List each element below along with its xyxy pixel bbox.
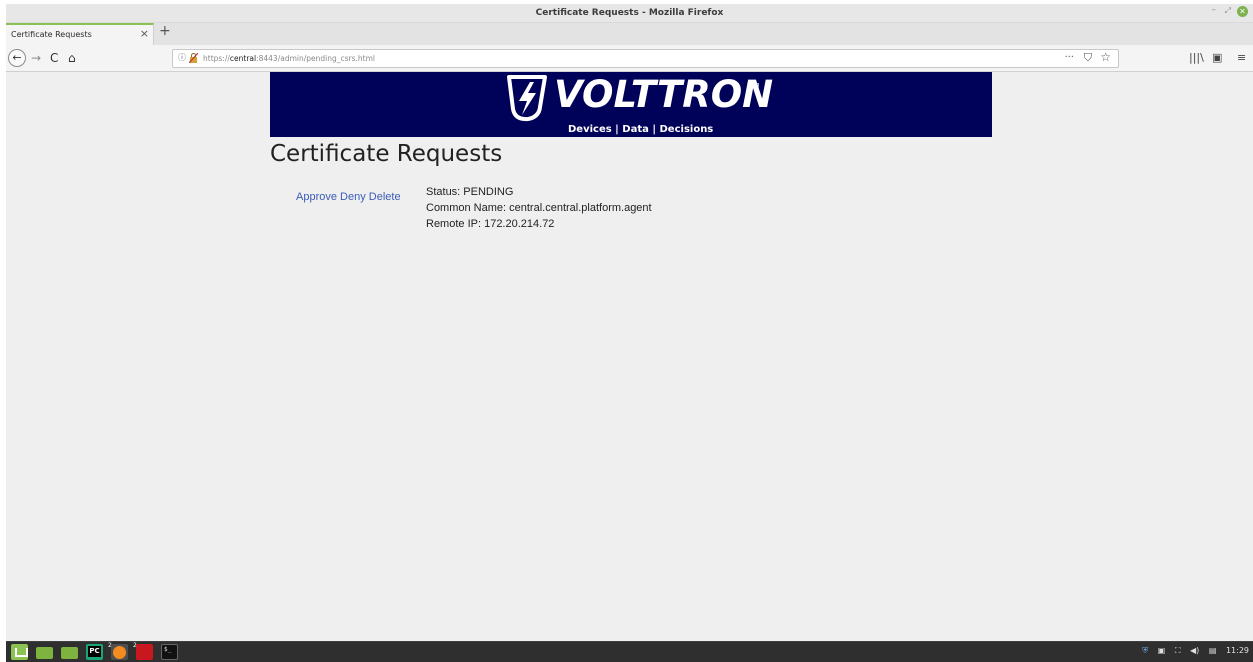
shield-icon[interactable]: ⛨: [1142, 646, 1148, 655]
volume-icon[interactable]: ◀): [1190, 646, 1199, 655]
minimize-icon[interactable]: –: [1212, 5, 1217, 15]
files-icon[interactable]: [36, 647, 53, 659]
back-button[interactable]: ←: [8, 49, 26, 67]
navigation-toolbar: ← → C ⌂ ⓘ https://central:8443/admin/pen…: [6, 45, 1253, 72]
url-text[interactable]: https://central:8443/admin/pending_csrs.…: [203, 54, 375, 63]
url-bar[interactable]: ⓘ https://central:8443/admin/pending_csr…: [172, 49, 1119, 68]
tab-label: Certificate Requests: [11, 30, 92, 39]
folder-icon[interactable]: [61, 647, 78, 659]
app-window-count: 2: [133, 642, 137, 649]
network-icon[interactable]: ⛶: [1175, 646, 1181, 655]
forward-button[interactable]: →: [31, 49, 41, 67]
window-titlebar: Certificate Requests - Mozilla Firefox –…: [6, 4, 1253, 23]
request-details: Status: PENDING Common Name: central.cen…: [426, 184, 652, 232]
window-title: Certificate Requests - Mozilla Firefox: [535, 8, 724, 18]
library-icon[interactable]: |||\: [1189, 51, 1204, 64]
page-content: VOLTTRON TM Devices | Data | Decisions C…: [6, 72, 1253, 641]
page-actions-icon[interactable]: ···: [1064, 52, 1074, 63]
request-status: Status: PENDING: [426, 186, 514, 198]
delete-link[interactable]: Delete: [369, 191, 401, 203]
info-icon[interactable]: ⓘ: [178, 52, 186, 63]
bookmark-star-icon[interactable]: ☆: [1100, 50, 1111, 64]
pycharm-icon[interactable]: [86, 644, 103, 660]
app-icon[interactable]: [136, 644, 153, 660]
tab-bar: Certificate Requests × +: [6, 23, 1253, 45]
pocket-icon[interactable]: ⛉: [1084, 51, 1092, 65]
tagline: Devices | Data | Decisions: [568, 124, 714, 135]
home-button[interactable]: ⌂: [68, 49, 76, 67]
insecure-lock-icon[interactable]: [189, 53, 198, 63]
mint-menu-icon[interactable]: [11, 644, 28, 660]
reload-button[interactable]: C: [50, 49, 58, 67]
system-tray: ⛨ ▣ ⛶ ◀) ▤ 11:29: [1135, 646, 1249, 656]
maximize-icon[interactable]: ⤢: [1225, 6, 1231, 16]
terminal-icon[interactable]: [161, 644, 178, 660]
tab-certificate-requests[interactable]: Certificate Requests ×: [6, 23, 154, 45]
approve-link[interactable]: Approve: [296, 191, 337, 203]
sidebar-icon[interactable]: ▣: [1212, 51, 1222, 64]
clipboard-icon[interactable]: ▤: [1209, 646, 1217, 655]
firefox-icon[interactable]: [111, 644, 128, 660]
page-title: Certificate Requests: [270, 141, 503, 167]
tab-close-icon[interactable]: ×: [140, 27, 149, 40]
deny-link[interactable]: Deny: [340, 191, 366, 203]
trademark: TM: [749, 82, 760, 90]
request-remote-ip: Remote IP: 172.20.214.72: [426, 218, 555, 230]
close-window-icon[interactable]: ✕: [1237, 6, 1248, 17]
new-tab-button[interactable]: +: [159, 23, 171, 39]
request-actions: Approve Deny Delete: [296, 191, 401, 203]
brand-name: VOLTTRON: [554, 73, 774, 116]
firefox-window-count: 2: [108, 642, 112, 649]
volttron-logo-icon: [507, 75, 547, 122]
taskbar: 2 2 ⛨ ▣ ⛶ ◀) ▤ 11:29: [6, 641, 1253, 662]
volttron-banner: VOLTTRON TM Devices | Data | Decisions: [270, 72, 992, 137]
request-common-name: Common Name: central.central.platform.ag…: [426, 202, 652, 214]
clock[interactable]: 11:29: [1226, 646, 1249, 655]
hamburger-menu-icon[interactable]: ≡: [1237, 51, 1246, 64]
updates-icon[interactable]: ▣: [1158, 646, 1166, 655]
